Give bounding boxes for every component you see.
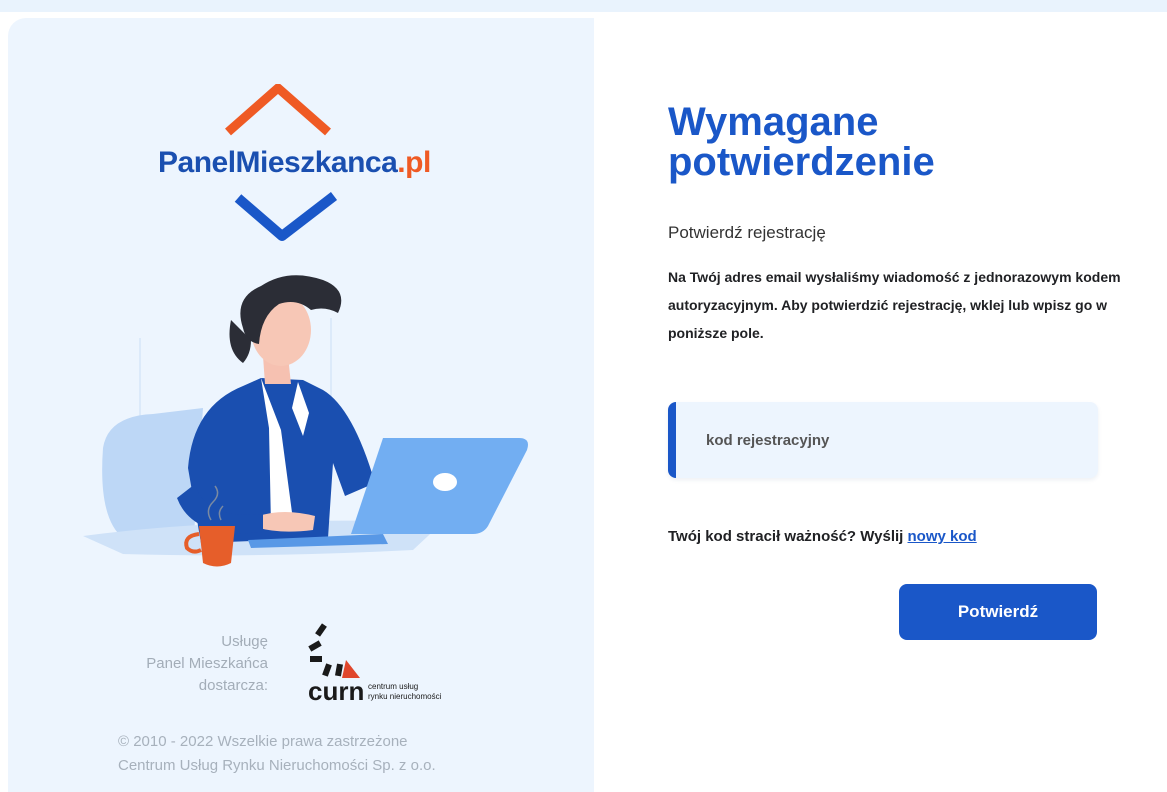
provider-label: Usługę Panel Mieszkańca dostarcza: bbox=[68, 631, 268, 697]
logo-tld: pl bbox=[405, 146, 431, 179]
copyright-line2: Centrum Usług Rynku Nieruchomości Sp. z … bbox=[118, 757, 436, 774]
panelmieszkanca-logo: PanelMieszkanca.pl bbox=[138, 84, 478, 244]
copyright-line1: © 2010 - 2022 Wszelkie prawa zastrzeżone bbox=[118, 733, 408, 750]
curn-logo-sub2: rynku nieruchomości bbox=[368, 692, 442, 701]
confirmation-panel: Wymagane potwierdzenie Potwierdź rejestr… bbox=[594, 18, 1167, 792]
logo-wordmark: PanelMieszkanca.pl bbox=[158, 146, 431, 180]
provider-line1: Usługę bbox=[221, 633, 268, 650]
top-band bbox=[0, 0, 1167, 12]
page-title-line1: Wymagane bbox=[668, 100, 879, 144]
provider-line2: Panel Mieszkańca bbox=[146, 655, 268, 672]
copyright-footer: © 2010 - 2022 Wszelkie prawa zastrzeżone… bbox=[118, 730, 518, 778]
provider-line3: dostarcza: bbox=[198, 677, 268, 694]
page-subtitle: Potwierdź rejestrację bbox=[668, 223, 826, 242]
curn-logo-sub1: centrum usług bbox=[368, 682, 418, 691]
branding-panel: PanelMieszkanca.pl Usługę Panel Mieszkań… bbox=[8, 18, 594, 792]
registration-code-input[interactable] bbox=[676, 402, 1056, 478]
page-title: Wymagane potwierdzenie bbox=[668, 102, 935, 182]
page-title-line2: potwierdzenie bbox=[668, 140, 935, 184]
logo-main-text: PanelMieszkanca bbox=[158, 146, 398, 179]
instructions-text: Na Twój adres email wysłaliśmy wiadomość… bbox=[668, 269, 1121, 341]
new-code-link[interactable]: nowy kod bbox=[908, 528, 977, 545]
resend-code-text: Twój kod stracił ważność? Wyślij bbox=[668, 528, 908, 545]
confirm-button[interactable]: Potwierdź bbox=[899, 584, 1097, 640]
curn-logo-word: curn bbox=[308, 676, 364, 706]
logo-dot: . bbox=[397, 146, 406, 179]
registration-code-field bbox=[668, 402, 1098, 478]
resend-code-line: Twój kod stracił ważność? Wyślij nowy ko… bbox=[668, 528, 977, 545]
curn-logo: curn centrum usług rynku nieruchomości bbox=[308, 623, 442, 706]
person-laptop-illustration bbox=[83, 275, 528, 567]
